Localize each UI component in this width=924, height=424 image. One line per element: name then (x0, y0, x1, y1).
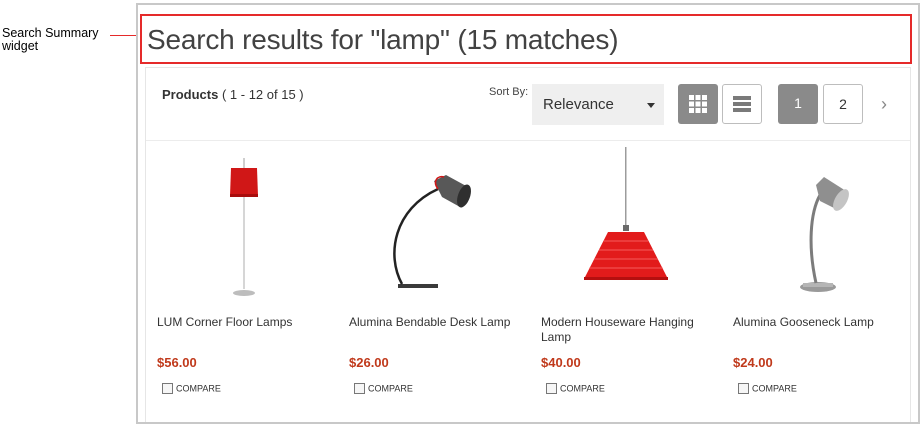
checkbox-icon (546, 383, 557, 395)
products-range: ( 1 - 12 of 15 ) (221, 87, 304, 102)
compare-checkbox[interactable]: COMPARE (546, 383, 605, 397)
product-name[interactable]: Modern Houseware Hanging Lamp (541, 315, 717, 345)
product-image[interactable] (154, 147, 339, 307)
product-card[interactable]: LUM Corner Floor Lamps $56.00 COMPARE (154, 141, 339, 421)
product-name[interactable]: Alumina Bendable Desk Lamp (349, 315, 525, 330)
page-1-button[interactable]: 1 (778, 84, 818, 124)
product-card[interactable]: Modern Houseware Hanging Lamp $40.00 COM… (538, 141, 723, 421)
gooseneck-lamp-image (800, 177, 849, 292)
callout-label: Search Summary widget (2, 26, 99, 53)
checkbox-icon (738, 383, 749, 395)
compare-checkbox[interactable]: COMPARE (162, 383, 221, 397)
compare-label: COMPARE (176, 383, 221, 394)
chevron-right-icon[interactable]: › (874, 92, 894, 116)
compare-label: COMPARE (368, 383, 413, 394)
desk-lamp-image (393, 175, 471, 288)
compare-label: COMPARE (560, 383, 605, 394)
product-grid: LUM Corner Floor Lamps $56.00 COMPARE Al… (146, 141, 910, 422)
results-toolbar: Products ( 1 - 12 of 15 ) Sort By: Relev… (146, 68, 910, 141)
search-summary-title: Search results for "lamp" (15 matches) (147, 24, 619, 55)
product-price: $26.00 (349, 355, 389, 370)
product-image[interactable] (538, 147, 723, 307)
product-name[interactable]: Alumina Gooseneck Lamp (733, 315, 909, 330)
product-price: $40.00 (541, 355, 581, 370)
product-card[interactable]: Alumina Gooseneck Lamp $24.00 COMPARE (730, 141, 915, 421)
list-view-button[interactable] (722, 84, 762, 124)
sort-select[interactable]: Relevance (532, 84, 664, 125)
list-view-icon (733, 96, 751, 112)
compare-checkbox[interactable]: COMPARE (354, 383, 413, 397)
hanging-lamp-image (584, 147, 668, 280)
search-summary-widget: Search results for "lamp" (15 matches) (140, 14, 912, 64)
products-count: Products ( 1 - 12 of 15 ) (162, 87, 304, 102)
page-2-button[interactable]: 2 (823, 84, 863, 124)
product-card[interactable]: Alumina Bendable Desk Lamp $26.00 COMPAR… (346, 141, 531, 421)
product-name[interactable]: LUM Corner Floor Lamps (157, 315, 333, 330)
product-image[interactable] (730, 147, 915, 307)
compare-label: COMPARE (752, 383, 797, 394)
compare-checkbox[interactable]: COMPARE (738, 383, 797, 397)
page-frame: Search results for "lamp" (15 matches) P… (136, 3, 920, 424)
sort-label: Sort By: (489, 86, 529, 98)
checkbox-icon (354, 383, 365, 395)
caret-down-icon (647, 103, 655, 108)
results-panel: Products ( 1 - 12 of 15 ) Sort By: Relev… (145, 67, 911, 422)
grid-view-icon (689, 95, 707, 113)
product-image[interactable] (346, 147, 531, 307)
floor-lamp-image (230, 158, 258, 296)
product-price: $56.00 (157, 355, 197, 370)
products-label: Products (162, 87, 219, 102)
checkbox-icon (162, 383, 173, 395)
product-price: $24.00 (733, 355, 773, 370)
grid-view-button[interactable] (678, 84, 718, 124)
sort-select-value: Relevance (543, 96, 614, 113)
